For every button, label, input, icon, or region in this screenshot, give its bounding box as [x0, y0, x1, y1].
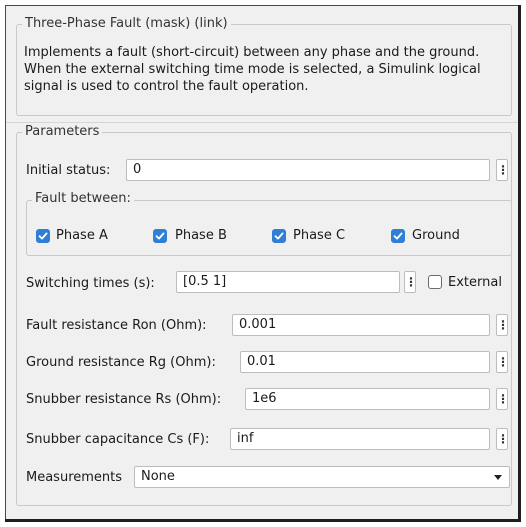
external-label: External [448, 275, 502, 290]
fault-between-title: Fault between: [32, 191, 134, 206]
block-title: Three-Phase Fault (mask) (link) [22, 16, 231, 31]
section-separator [6, 122, 518, 123]
initial-status-input[interactable]: 0 [126, 159, 490, 181]
ground-resistance-more-icon[interactable]: ⋮ [496, 351, 509, 373]
measurements-value: None [141, 469, 175, 484]
checkmark-icon [155, 232, 165, 240]
external-checkbox[interactable] [428, 275, 442, 289]
ground-resistance-input[interactable]: 0.01 [240, 351, 490, 373]
snubber-resistance-more-icon[interactable]: ⋮ [496, 388, 509, 410]
measurements-select[interactable]: None [134, 466, 510, 488]
snubber-capacitance-more-icon[interactable]: ⋮ [496, 428, 509, 450]
fault-resistance-more-icon[interactable]: ⋮ [496, 314, 509, 336]
switching-times-more-icon[interactable]: ⋮ [404, 271, 417, 293]
phase-c-label: Phase C [293, 228, 346, 243]
phase-b-label: Phase B [175, 228, 227, 243]
ground-checkbox[interactable] [391, 229, 405, 243]
initial-status-label: Initial status: [26, 163, 111, 178]
fault-resistance-input[interactable]: 0.001 [232, 314, 490, 336]
phase-a-label: Phase A [56, 228, 108, 243]
switching-times-label: Switching times (s): [26, 276, 155, 291]
ground-label: Ground [412, 228, 460, 243]
phase-c-checkbox[interactable] [272, 229, 286, 243]
checkmark-icon [393, 232, 403, 240]
frame-shadow-right [518, 5, 521, 522]
snubber-resistance-input[interactable]: 1e6 [245, 388, 490, 410]
chevron-down-icon[interactable] [494, 475, 502, 480]
checkmark-icon [274, 232, 284, 240]
measurements-label: Measurements [26, 470, 123, 485]
fault-resistance-label: Fault resistance Ron (Ohm): [26, 318, 207, 333]
switching-times-input[interactable]: [0.5 1] [176, 271, 400, 293]
phase-b-checkbox[interactable] [153, 229, 167, 243]
initial-status-more-icon[interactable]: ⋮ [496, 159, 509, 181]
snubber-resistance-label: Snubber resistance Rs (Ohm): [26, 392, 222, 407]
snubber-capacitance-input[interactable]: inf [230, 428, 490, 450]
checkmark-icon [38, 232, 48, 240]
parameters-title: Parameters [22, 124, 103, 139]
frame-shadow-bottom [5, 519, 519, 522]
phase-a-checkbox[interactable] [36, 229, 50, 243]
ground-resistance-label: Ground resistance Rg (Ohm): [26, 355, 216, 370]
snubber-capacitance-label: Snubber capacitance Cs (F): [26, 432, 210, 447]
block-description: Implements a fault (short-circuit) betwe… [24, 45, 481, 94]
